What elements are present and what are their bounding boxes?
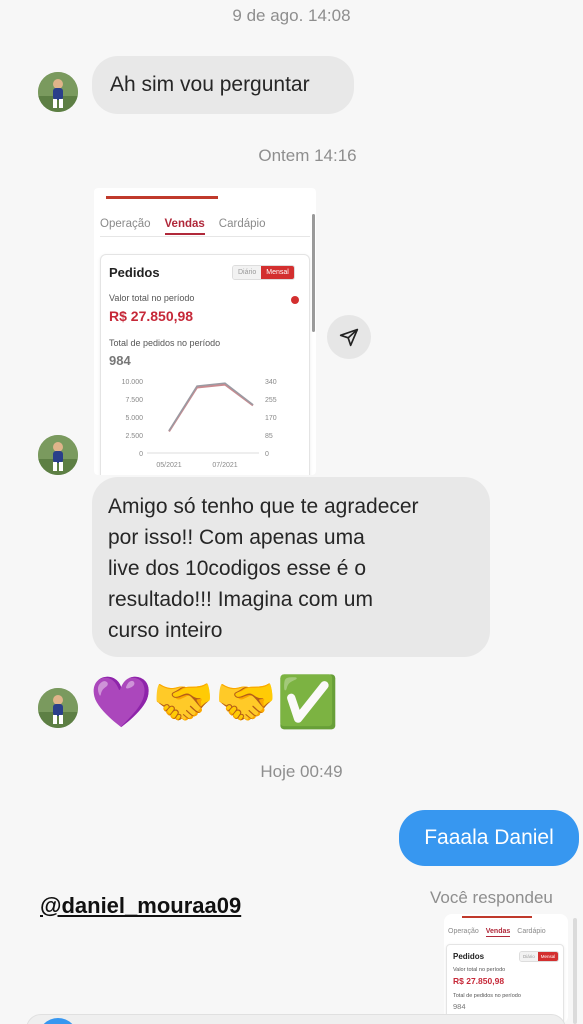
top-accent-line [106, 196, 218, 199]
message-line: live dos 10codigos esse é o [108, 557, 366, 580]
x-tick-label: 07/2021 [212, 462, 237, 469]
line-chart: 10.000 7.500 5.000 2.500 0 340 255 170 85 0 05/202… [122, 379, 277, 469]
info-icon [291, 296, 299, 304]
tab-vendas: Vendas [485, 928, 511, 937]
incoming-message[interactable]: Ah sim vou perguntar [92, 56, 354, 114]
screenshot-tabs: Operação Vendas Cardápio [448, 928, 546, 937]
card-title: Pedidos [109, 265, 160, 280]
y-tick-label-left: 10.000 [122, 379, 144, 386]
message-line: Amigo só tenho que te agradecer [108, 495, 419, 518]
orders-card: Pedidos Diário Mensal Valor total no per… [100, 254, 310, 475]
y-tick-label-left: 5.000 [125, 415, 143, 422]
y-tick-label-right: 170 [265, 415, 277, 422]
outgoing-message[interactable]: Faaala Daniel [399, 810, 579, 866]
tab-operacao: Operação [448, 928, 479, 935]
forward-button[interactable] [327, 315, 371, 359]
total-label: Valor total no período [109, 293, 195, 303]
toggle-mensal: Mensal [261, 266, 294, 279]
reply-indicator-bar [573, 918, 577, 1024]
timestamp: 9 de ago. 14:08 [232, 6, 351, 25]
avatar[interactable] [38, 72, 78, 112]
toggle-diario: Diário [233, 266, 262, 279]
tab-cardapio: Cardápio [218, 218, 266, 230]
period-toggle: Diário Mensal [519, 951, 560, 962]
tab-cardapio: Cardápio [517, 928, 546, 935]
tabs-divider [100, 236, 310, 237]
top-accent-line [462, 916, 532, 918]
toggle-mensal: Mensal [537, 952, 559, 961]
tab-vendas: Vendas [164, 218, 205, 235]
period-toggle: Diário Mensal [232, 265, 295, 280]
series-line [168, 383, 254, 432]
toggle-diario: Diário [520, 952, 538, 961]
orders-label: Total de pedidos no período [453, 993, 521, 999]
orders-card: Pedidos Diário Mensal Valor total no per… [446, 944, 564, 1024]
y-tick-label-right: 340 [265, 379, 277, 386]
emoji-message[interactable]: 💜🤝🤝✅ [90, 674, 339, 730]
y-tick-label-left: 2.500 [125, 433, 143, 440]
y-tick-label-right: 255 [265, 397, 277, 404]
message-line: por isso!! Com apenas uma [108, 526, 365, 549]
y-tick-label-left: 0 [139, 451, 143, 458]
message-text: Faaala Daniel [424, 826, 554, 849]
message-composer[interactable] [26, 1014, 566, 1024]
screenshot-tabs: Operação Vendas Cardápio [100, 218, 265, 235]
message-line: curso inteiro [108, 619, 223, 642]
avatar[interactable] [38, 435, 78, 475]
send-icon [339, 328, 359, 347]
avatar-photo-icon [38, 72, 78, 112]
orders-value: 984 [453, 1002, 466, 1011]
orders-label: Total de pedidos no período [109, 338, 221, 348]
message-text: Ah sim vou perguntar [110, 73, 310, 96]
emoji-text: 💜🤝🤝✅ [90, 674, 340, 730]
tab-operacao: Operação [100, 218, 151, 230]
total-label: Valor total no período [453, 967, 506, 973]
avatar[interactable] [38, 688, 78, 728]
message-line: resultado!!! Imagina com um [108, 588, 373, 611]
image-scrollbar [312, 214, 315, 332]
total-value: R$ 27.850,98 [109, 308, 194, 324]
replied-story-thumbnail[interactable]: Operação Vendas Cardápio Pedidos Diário … [444, 914, 568, 1024]
total-value: R$ 27.850,98 [453, 976, 505, 986]
shared-screenshot-image[interactable]: Operação Vendas Cardápio Pedidos Diário … [94, 188, 316, 475]
incoming-message[interactable]: Amigo só tenho que te agradecer por isso… [92, 477, 490, 657]
avatar-photo-icon [38, 435, 78, 475]
avatar-photo-icon [38, 688, 78, 728]
x-tick-label: 05/2021 [156, 462, 181, 469]
timestamp: Hoje 00:49 [260, 762, 343, 781]
y-tick-label-right: 85 [265, 433, 273, 440]
y-tick-label-right: 0 [265, 451, 269, 458]
card-title: Pedidos [453, 952, 485, 961]
series-line [168, 382, 254, 432]
mention-caption[interactable]: @daniel_mouraa09 [40, 893, 241, 919]
timestamp: Ontem 14:16 [258, 146, 357, 165]
you-replied-label: Você respondeu [430, 888, 553, 907]
y-tick-label-left: 7.500 [125, 397, 143, 404]
orders-value: 984 [109, 353, 131, 368]
